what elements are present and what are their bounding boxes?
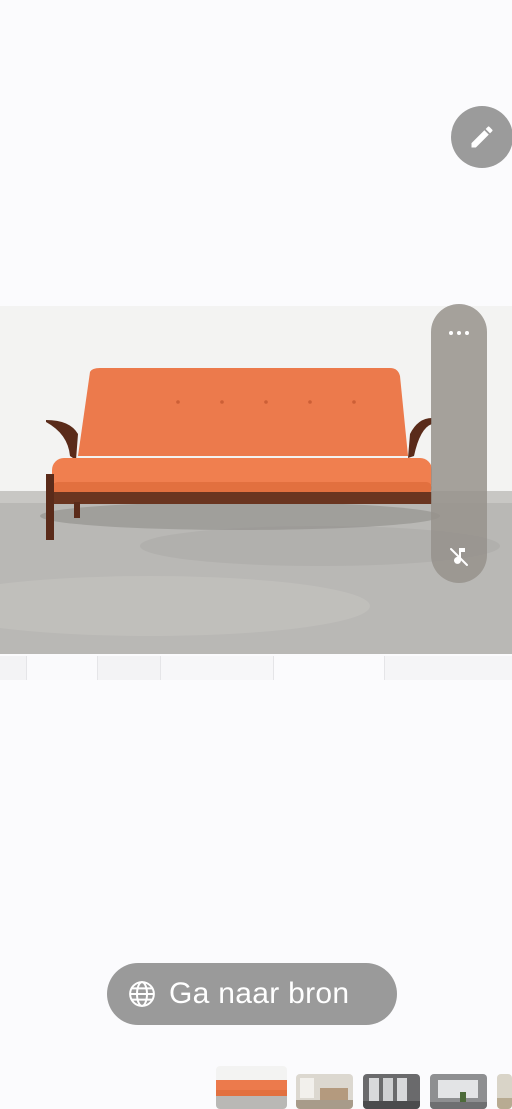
globe-icon bbox=[129, 981, 155, 1007]
thumb-room-2[interactable] bbox=[363, 1074, 420, 1109]
thumb-sofa-orange[interactable] bbox=[216, 1066, 287, 1109]
image-side-panel bbox=[431, 304, 487, 583]
pencil-icon bbox=[471, 126, 493, 148]
music-off-icon[interactable] bbox=[447, 545, 471, 569]
edit-button[interactable] bbox=[451, 106, 512, 168]
thumb-room-1[interactable] bbox=[296, 1074, 353, 1109]
more-horizontal-icon[interactable] bbox=[431, 322, 487, 340]
go-to-source-label: Ga naar bron bbox=[169, 977, 350, 1010]
related-image-strip bbox=[0, 656, 512, 680]
thumb-room-3[interactable] bbox=[430, 1074, 487, 1109]
go-to-source-button[interactable]: Ga naar bron bbox=[107, 963, 397, 1025]
thumbnail-strip bbox=[0, 1066, 512, 1109]
thumb-room-4[interactable] bbox=[497, 1074, 512, 1109]
